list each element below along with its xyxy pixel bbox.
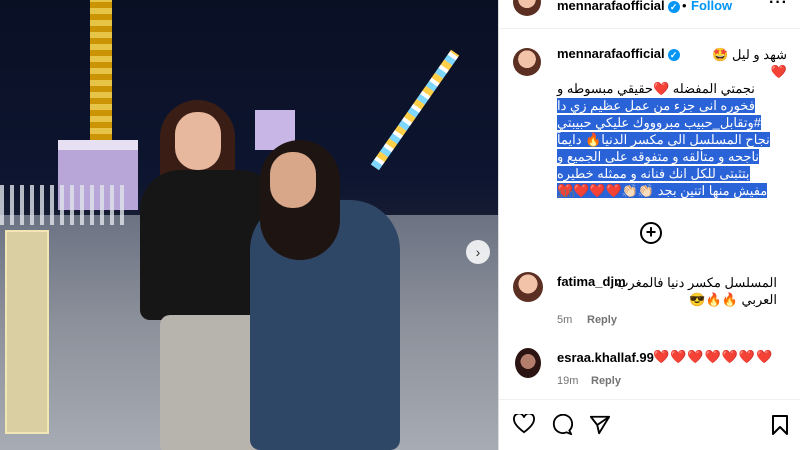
commenter-username[interactable]: fatima_djm: [557, 274, 626, 289]
comment-timestamp[interactable]: 5m: [557, 314, 572, 326]
ride-tower: [90, 0, 112, 140]
caption-timestamp[interactable]: 11h: [557, 188, 575, 200]
reply-button[interactable]: Reply: [587, 314, 617, 326]
commenter-avatar[interactable]: [513, 272, 543, 302]
comment-text: ❤️❤️❤️❤️❤️❤️❤️: [653, 349, 774, 364]
more-options-icon[interactable]: ···: [769, 0, 788, 12]
comment-timestamp[interactable]: 19m: [557, 375, 578, 387]
author-username[interactable]: mennarafaofficial ✓: [557, 0, 680, 13]
caption-line: نجاح المسلسل الى مكسر الدنيا🔥 دايماً: [557, 131, 787, 148]
reply-button[interactable]: Reply: [591, 375, 621, 387]
fence: [0, 185, 130, 225]
caption-line-text: نجاح المسلسل الى مكسر الدنيا🔥 دايماً: [557, 132, 770, 147]
post-photo[interactable]: ›: [0, 0, 498, 450]
share-icon-svg: [589, 415, 611, 435]
caption-line: #وتقابل_حبيب مبروووك عليكي حبيبتي: [557, 114, 787, 131]
caption-line-text: نجمتي المفضله ❤️حقيقي مبسوطه و: [557, 81, 755, 96]
caption-hashtag[interactable]: #وتقابل_حبيب مبروووك عليكي حبيبتي: [557, 115, 762, 130]
commenter-avatar[interactable]: [515, 348, 541, 378]
like-icon[interactable]: [513, 412, 535, 438]
separator-dot: •: [682, 0, 687, 13]
share-icon[interactable]: [589, 414, 611, 440]
caption-text: شهد و ليل 🤩❤️ نجمتي المفضله ❤️حقيقي مبسو…: [557, 46, 787, 199]
post-sidebar: mennarafaofficial ✓ • Follow ··· mennaraf…: [498, 0, 800, 450]
commenter-username[interactable]: esraa.khallaf.99: [557, 350, 654, 365]
like-icon-svg: [513, 412, 535, 434]
caption-line-text: مفيش منها اتنين بجد 👏🏻👏🏻❤️❤️❤️❤️: [557, 183, 768, 198]
face: [270, 152, 316, 208]
save-icon[interactable]: [771, 414, 789, 440]
author-username-text[interactable]: mennarafaofficial: [557, 0, 665, 13]
face: [175, 112, 221, 170]
save-icon-svg: [772, 415, 788, 435]
caption-line: مفيش منها اتنين بجد 👏🏻👏🏻❤️❤️❤️❤️: [557, 182, 787, 199]
caption-line-text: بتثبتى للكل انك فنانه و ممثله خطيره: [557, 166, 750, 181]
caption-line: بتثبتى للكل انك فنانه و ممثله خطيره: [557, 165, 787, 182]
action-bar: [499, 400, 800, 450]
caption-avatar[interactable]: [513, 48, 541, 76]
header-divider: [499, 28, 800, 29]
caption-line: شهد و ليل 🤩❤️: [557, 46, 787, 80]
next-photo-button[interactable]: ›: [466, 240, 490, 264]
caption-line-text: فخوره انى جزء من عمل عظيم زي دا: [557, 98, 755, 113]
caption-line-text: شهد و ليل 🤩❤️: [712, 47, 787, 79]
comment-icon[interactable]: [551, 413, 574, 440]
caption-line-text: ناجحه و متألقه و متفوقه على الجميع و: [557, 149, 760, 164]
follow-button[interactable]: Follow: [691, 0, 732, 13]
load-more-comments-icon[interactable]: +: [640, 222, 662, 244]
author-avatar[interactable]: [513, 0, 541, 16]
person-right: [250, 140, 400, 450]
caption-line: نجمتي المفضله ❤️حقيقي مبسوطه و: [557, 80, 787, 97]
post-header: mennarafaofficial ✓ • Follow ···: [499, 0, 800, 16]
lamp-post: [5, 230, 49, 434]
caption-line: ناجحه و متألقه و متفوقه على الجميع و: [557, 148, 787, 165]
comment-icon-svg: [552, 413, 574, 436]
caption-line: فخوره انى جزء من عمل عظيم زي دا: [557, 97, 787, 114]
verified-icon: ✓: [667, 0, 680, 13]
comment-line: العربي 🔥🔥😎: [689, 292, 777, 307]
